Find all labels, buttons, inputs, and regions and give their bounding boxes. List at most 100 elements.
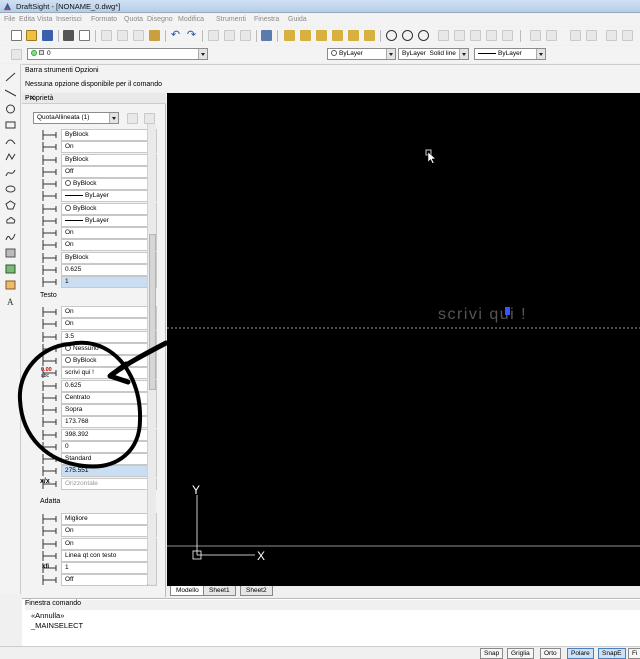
dimension-center-icon[interactable]	[386, 30, 397, 41]
property-select[interactable]: ByBlock	[61, 153, 157, 166]
tab-sheet1[interactable]: Sheet1	[203, 586, 236, 596]
dimension-aligned-icon[interactable]	[300, 30, 311, 41]
scroll-thumb[interactable]	[149, 234, 156, 390]
property-row[interactable]: ByBlock	[24, 202, 157, 215]
property-row[interactable]: ByLayer	[24, 190, 157, 203]
block-insert-icon[interactable]	[5, 264, 16, 274]
layer-select[interactable]: 0	[27, 48, 208, 60]
save-icon[interactable]	[42, 30, 53, 41]
dimension-continue-icon[interactable]	[332, 30, 343, 41]
menu-file[interactable]: File	[4, 16, 15, 23]
hatch-fill-icon[interactable]	[5, 248, 16, 258]
property-field[interactable]: 0	[61, 440, 157, 453]
dimension-linear-icon[interactable]	[284, 30, 295, 41]
command-input-line[interactable]: _MAINSELECT	[31, 621, 83, 630]
select-objects-icon[interactable]	[144, 113, 155, 124]
property-row[interactable]: Linea qt con testo	[24, 549, 157, 562]
tab-modello[interactable]: Modello	[170, 586, 205, 596]
dimension-ordinate-icon[interactable]	[348, 30, 359, 41]
dimension-diameter-icon[interactable]	[418, 30, 429, 41]
properties-icon[interactable]	[261, 30, 272, 41]
property-select[interactable]: Centrato	[61, 391, 157, 404]
snap-toggle[interactable]: Snap	[480, 648, 504, 659]
properties-scrollbar[interactable]	[147, 124, 156, 584]
menu-strumenti[interactable]: Strumenti	[216, 16, 246, 23]
tolerance-icon[interactable]	[470, 30, 481, 41]
property-select[interactable]: Standard	[61, 453, 157, 465]
property-row[interactable]: Off	[24, 165, 157, 178]
property-select[interactable]: Off	[61, 574, 157, 587]
menu-disegno[interactable]: Disegno	[147, 16, 173, 23]
menu-inserisci[interactable]: Inserisci	[56, 16, 82, 23]
property-select[interactable]: ByBlock	[61, 178, 157, 190]
property-row[interactable]: On	[24, 239, 157, 252]
dimension-baseline-icon[interactable]	[316, 30, 327, 41]
etrack-toggle[interactable]: Fi	[628, 648, 640, 659]
property-select[interactable]: Off	[61, 165, 157, 178]
property-row[interactable]: Sopra	[24, 404, 157, 416]
panel-pin-close-icon[interactable]: ▫✕	[25, 94, 163, 102]
hatch-icon[interactable]	[622, 30, 633, 41]
esnap-toggle[interactable]: SnapE	[598, 648, 626, 659]
layer-previous-icon[interactable]	[546, 30, 557, 41]
property-select[interactable]: On	[61, 141, 157, 154]
property-row[interactable]: On	[24, 227, 157, 239]
property-row[interactable]: ByBlock	[24, 153, 157, 166]
menu-guida[interactable]: Guida	[288, 16, 307, 23]
property-select[interactable]: Sopra	[61, 404, 157, 416]
print-icon[interactable]	[63, 30, 74, 41]
polar-toggle[interactable]: Polare	[567, 648, 594, 659]
property-row[interactable]: 0.625	[24, 379, 157, 392]
property-select[interactable]: On	[61, 525, 157, 538]
dimension-style-icon[interactable]	[454, 30, 465, 41]
layer-icon[interactable]	[11, 49, 22, 60]
open-icon[interactable]	[26, 30, 37, 41]
property-row[interactable]: 1	[24, 276, 157, 288]
property-field[interactable]: 275.551	[61, 465, 157, 478]
property-field[interactable]: 173.768	[61, 416, 157, 429]
property-row[interactable]: On	[24, 318, 157, 331]
arc-icon[interactable]	[5, 136, 16, 146]
property-select[interactable]: On	[61, 318, 157, 331]
property-select[interactable]: Linea qt con testo	[61, 549, 157, 562]
property-select[interactable]: ByBlock	[61, 251, 157, 264]
property-field[interactable]: 1	[61, 562, 157, 574]
polyline-icon[interactable]	[5, 152, 16, 162]
property-row[interactable]: On	[24, 306, 157, 318]
spline-icon[interactable]	[5, 168, 16, 178]
dimension-arc-icon[interactable]	[438, 30, 449, 41]
redo-icon[interactable]: ↷	[186, 30, 197, 41]
property-field[interactable]: 3.5	[61, 330, 157, 343]
zoom-window-icon[interactable]	[224, 30, 235, 41]
lineweight-select[interactable]: ByLayer	[474, 48, 546, 60]
property-select[interactable]: ByBlock	[61, 202, 157, 215]
property-select[interactable]: On	[61, 537, 157, 550]
dimension-angle-icon[interactable]	[364, 30, 375, 41]
rectangle-icon[interactable]	[5, 120, 16, 130]
property-select[interactable]: Orizzontale	[61, 477, 157, 490]
freehand-icon[interactable]	[5, 232, 16, 242]
linestyle-select[interactable]: ByLayer Solid line	[398, 48, 469, 60]
menu-quota[interactable]: Quota	[124, 16, 143, 23]
property-row[interactable]: ByLayer	[24, 214, 157, 227]
circle-icon[interactable]	[5, 104, 16, 114]
property-select[interactable]: On	[61, 306, 157, 318]
property-row[interactable]: 275.551	[24, 465, 157, 478]
grid-toggle[interactable]: Griglia	[507, 648, 534, 659]
property-field[interactable]: 1	[61, 276, 157, 288]
property-row[interactable]: On	[24, 525, 157, 538]
image-insert-icon[interactable]	[5, 280, 16, 290]
property-row[interactable]: 3.5	[24, 330, 157, 343]
undo-icon[interactable]: ↶	[170, 30, 181, 41]
pan-icon[interactable]	[208, 30, 219, 41]
line-icon[interactable]	[5, 72, 16, 82]
dimension-radius-icon[interactable]	[402, 30, 413, 41]
match-properties-icon[interactable]	[149, 30, 160, 41]
property-select[interactable]: ByLayer	[61, 190, 157, 203]
property-row[interactable]: Centrato	[24, 391, 157, 404]
property-row[interactable]: ByBlock	[24, 251, 157, 264]
ortho-toggle[interactable]: Orto	[540, 648, 561, 659]
property-select[interactable]: On	[61, 239, 157, 252]
property-row[interactable]: On	[24, 537, 157, 550]
menu-modifica[interactable]: Modifica	[178, 16, 204, 23]
